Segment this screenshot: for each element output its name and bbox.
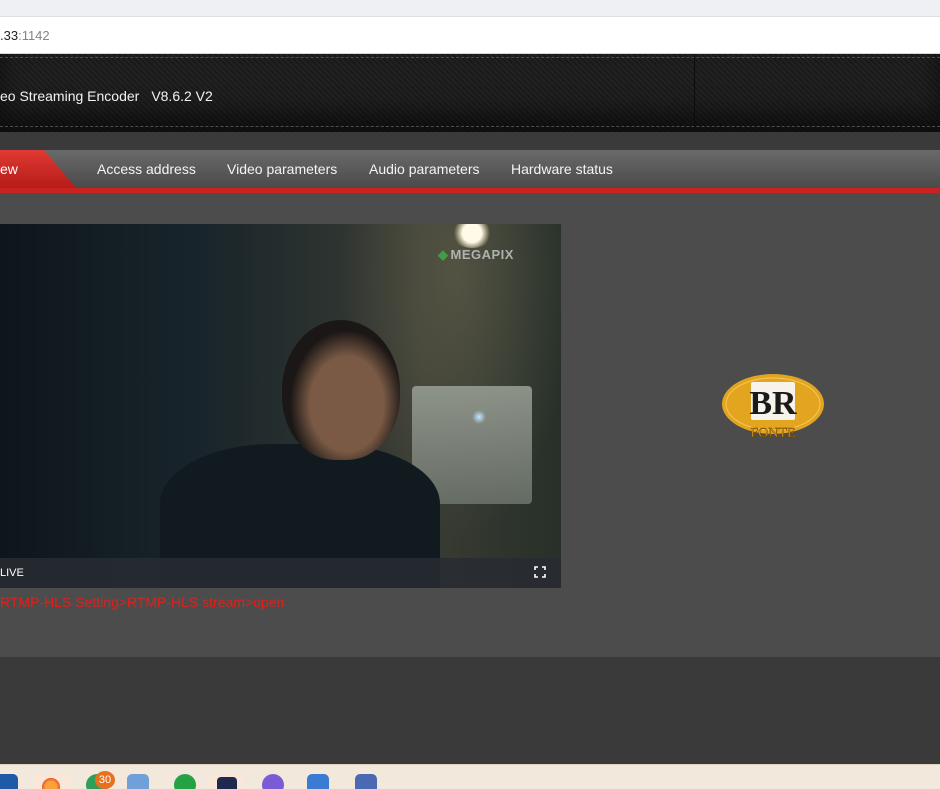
app-version: V8.6.2 V2 bbox=[151, 88, 213, 104]
app-title-text: eo Streaming Encoder bbox=[0, 88, 140, 104]
channel-watermark: ◆ MEGAPIX bbox=[438, 247, 514, 262]
browser-app-icon[interactable] bbox=[34, 774, 70, 789]
assistant-app-icon[interactable] bbox=[262, 774, 284, 789]
live-indicator: LIVE bbox=[0, 567, 24, 579]
nav-tab-access-address[interactable]: Access address bbox=[97, 161, 196, 177]
app-title: eo Streaming Encoder V8.6.2 V2 bbox=[0, 88, 213, 104]
logo-caption: FONTE bbox=[750, 426, 795, 441]
browser-tab-strip bbox=[0, 0, 940, 16]
address-url[interactable]: .33:1142 bbox=[0, 28, 50, 43]
logo-monogram: BR bbox=[749, 385, 797, 422]
nav-tab-video-parameters[interactable]: Video parameters bbox=[227, 161, 337, 177]
header-divider bbox=[694, 54, 695, 132]
calendar-app-icon[interactable] bbox=[307, 774, 329, 789]
network-app-icon[interactable] bbox=[355, 774, 377, 789]
video-player[interactable]: ◆ MEGAPIX LIVE bbox=[0, 224, 561, 588]
whatsapp-icon[interactable] bbox=[174, 774, 196, 789]
nav-tab-preview[interactable]: ew bbox=[0, 150, 76, 188]
notification-badge: 30 bbox=[95, 771, 115, 789]
player-control-bar: LIVE bbox=[0, 558, 561, 588]
app-header: eo Streaming Encoder V8.6.2 V2 bbox=[0, 54, 940, 132]
file-explorer-icon[interactable] bbox=[127, 774, 149, 789]
nav-tab-audio-parameters[interactable]: Audio parameters bbox=[369, 161, 480, 177]
main-nav: ew Access address Video parameters Audio… bbox=[0, 150, 940, 188]
video-frame-figure-head bbox=[282, 320, 400, 460]
br-fonte-logo: BR FONTE bbox=[722, 374, 824, 441]
nav-tab-preview-label: ew bbox=[0, 161, 18, 177]
active-app-tile[interactable] bbox=[210, 774, 244, 789]
page-footer-area bbox=[0, 657, 940, 764]
header-stitch-bottom bbox=[0, 126, 940, 127]
fullscreen-icon[interactable] bbox=[534, 566, 546, 578]
os-taskbar: 30 bbox=[0, 764, 940, 789]
stream-hint-text: RTMP-HLS Setting>RTMP-HLS stream>open bbox=[0, 594, 285, 610]
address-bar[interactable]: .33:1142 bbox=[0, 16, 940, 54]
header-stitch-top bbox=[0, 57, 940, 58]
diamond-icon: ◆ bbox=[438, 247, 449, 262]
video-frame-blue-light bbox=[472, 410, 486, 424]
mail-icon[interactable] bbox=[0, 774, 18, 789]
nav-tab-hardware-status[interactable]: Hardware status bbox=[511, 161, 613, 177]
